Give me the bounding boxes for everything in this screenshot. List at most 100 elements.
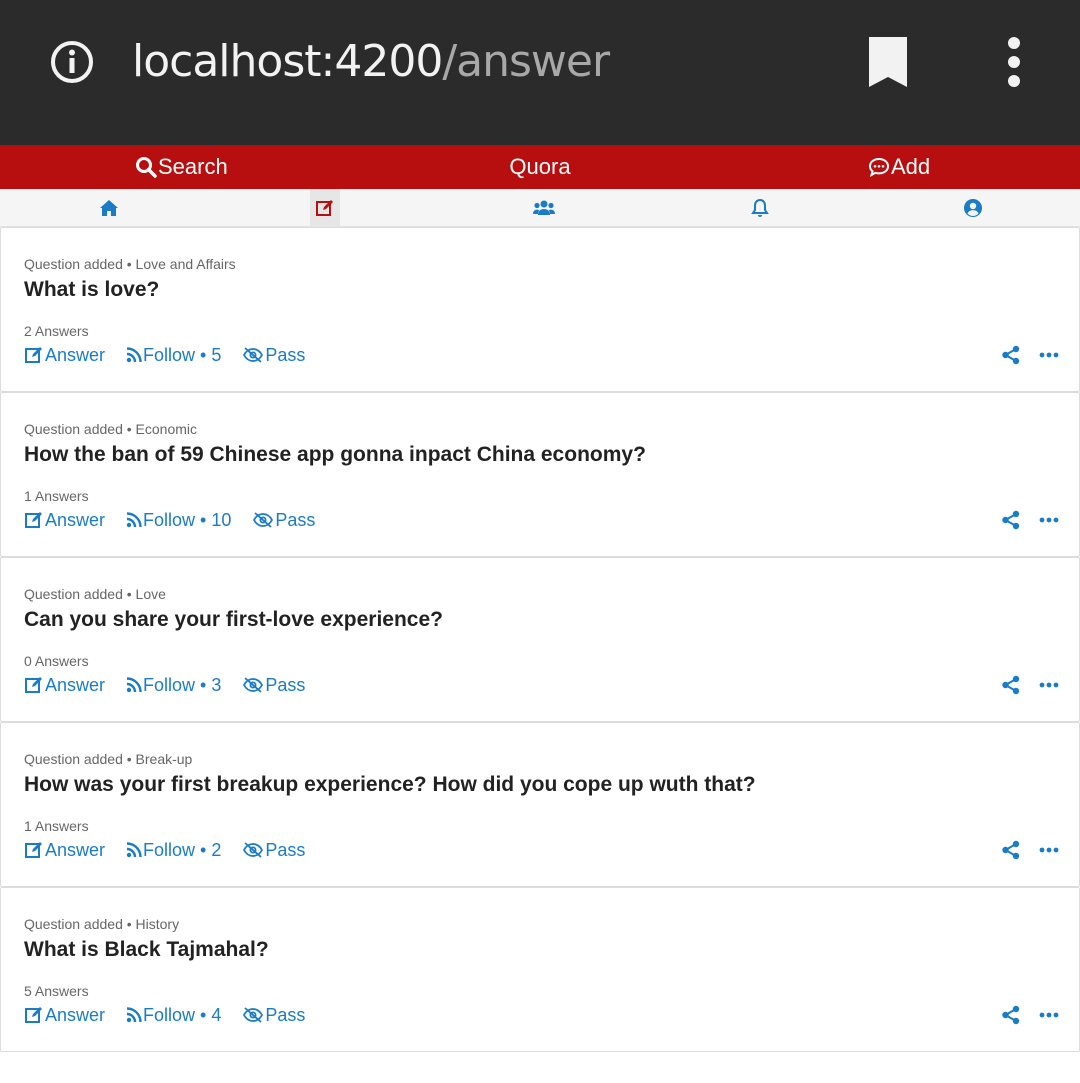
follow-label: Follow • 4 [143,1004,222,1025]
rss-icon [126,842,142,858]
bell-icon [751,198,769,217]
pass-button[interactable]: Pass [252,510,315,531]
tab-answer[interactable] [310,189,340,227]
question-meta: Question added • Break-up [24,751,193,767]
question-card: Question added • Break-up How was your f… [0,722,1080,887]
more-horizontal-icon[interactable] [1039,350,1059,360]
question-title[interactable]: How the ban of 59 Chinese app gonna inpa… [24,443,646,467]
search-button[interactable]: Search [135,145,228,189]
share-icon[interactable] [1001,840,1021,860]
question-card: Question added • History What is Black T… [0,887,1080,1052]
answer-button[interactable]: Answer [24,840,105,861]
question-actions: Answer Follow • 3 Pass [24,674,305,696]
rss-icon [126,1007,142,1023]
follow-label: Follow • 5 [143,344,222,365]
rss-icon [126,347,142,363]
eye-slash-icon [243,347,264,363]
question-feed: Question added • Love and Affairs What i… [0,227,1080,1052]
edit-icon [25,512,42,528]
follow-button[interactable]: Follow • 2 [126,840,221,861]
answer-button[interactable]: Answer [24,345,105,366]
follow-label: Follow • 10 [143,509,232,530]
rss-icon [126,677,142,693]
tab-spaces[interactable] [529,189,559,227]
users-icon [533,200,555,215]
eye-slash-icon [243,1007,264,1023]
follow-label: Follow • 2 [143,839,222,860]
answer-label: Answer [45,509,106,530]
answer-label: Answer [45,344,106,365]
question-meta: Question added • Love [24,586,166,602]
share-icon[interactable] [1001,1005,1021,1025]
question-title[interactable]: What is Black Tajmahal? [24,938,269,962]
answer-button[interactable]: Answer [24,1005,105,1026]
add-label: Add [891,154,931,179]
question-meta: Question added • Love and Affairs [24,256,236,272]
question-meta: Question added • Economic [24,421,198,437]
eye-slash-icon [243,677,264,693]
bookmark-icon[interactable] [866,34,910,90]
question-actions: Answer Follow • 2 Pass [24,839,305,861]
search-icon [136,157,157,178]
share-icon[interactable] [1001,345,1021,365]
question-title[interactable]: How was your first breakup experience? H… [24,773,756,797]
follow-button[interactable]: Follow • 3 [126,675,221,696]
eye-slash-icon [253,512,274,528]
follow-button[interactable]: Follow • 4 [126,1005,221,1026]
home-icon [100,200,118,216]
question-meta: Question added • History [24,916,180,932]
answer-button[interactable]: Answer [24,675,105,696]
rss-icon [126,512,142,528]
question-card: Question added • Economic How the ban of… [0,392,1080,557]
follow-label: Follow • 3 [143,674,222,695]
question-actions: Answer Follow • 5 Pass [24,344,305,366]
follow-button[interactable]: Follow • 5 [126,345,221,366]
pass-button[interactable]: Pass [242,1005,305,1026]
tab-notifications[interactable] [745,189,775,227]
nav-tabs [0,189,1080,227]
question-actions: Answer Follow • 10 Pass [24,509,315,531]
app-header: Search Quora Add [0,145,1080,189]
info-icon[interactable] [50,40,94,84]
answer-button[interactable]: Answer [24,510,105,531]
question-card: Question added • Love Can you share your… [0,557,1080,722]
share-icon[interactable] [1001,510,1021,530]
url-path: /answer [442,36,610,87]
answers-count: 2 Answers [24,323,89,339]
comment-dots-icon [868,157,890,178]
question-title[interactable]: What is love? [24,278,159,302]
add-question-button[interactable]: Add [868,145,930,189]
edit-icon [25,347,42,363]
question-actions: Answer Follow • 4 Pass [24,1004,305,1026]
more-horizontal-icon[interactable] [1039,515,1059,525]
more-vert-icon[interactable] [1000,36,1028,90]
pass-label: Pass [265,1004,306,1025]
tab-profile[interactable] [958,189,988,227]
url-text[interactable]: localhost:4200/answer [132,36,610,87]
edit-icon [25,842,42,858]
answer-label: Answer [45,1004,106,1025]
more-horizontal-icon[interactable] [1039,680,1059,690]
edit-icon [316,200,333,216]
search-label: Search [158,154,228,179]
app-title[interactable]: Quora [509,154,570,180]
pass-button[interactable]: Pass [242,345,305,366]
pass-button[interactable]: Pass [242,840,305,861]
eye-slash-icon [243,842,264,858]
answers-count: 5 Answers [24,983,89,999]
answer-label: Answer [45,674,106,695]
follow-button[interactable]: Follow • 10 [126,510,231,531]
url-host: localhost:4200 [132,36,443,87]
answer-label: Answer [45,839,106,860]
pass-button[interactable]: Pass [242,675,305,696]
tab-home[interactable] [94,189,124,227]
pass-label: Pass [265,344,306,365]
pass-label: Pass [275,509,316,530]
edit-icon [25,677,42,693]
more-horizontal-icon[interactable] [1039,1010,1059,1020]
more-horizontal-icon[interactable] [1039,845,1059,855]
question-title[interactable]: Can you share your first-love experience… [24,608,443,632]
pass-label: Pass [265,674,306,695]
share-icon[interactable] [1001,675,1021,695]
answers-count: 1 Answers [24,488,89,504]
